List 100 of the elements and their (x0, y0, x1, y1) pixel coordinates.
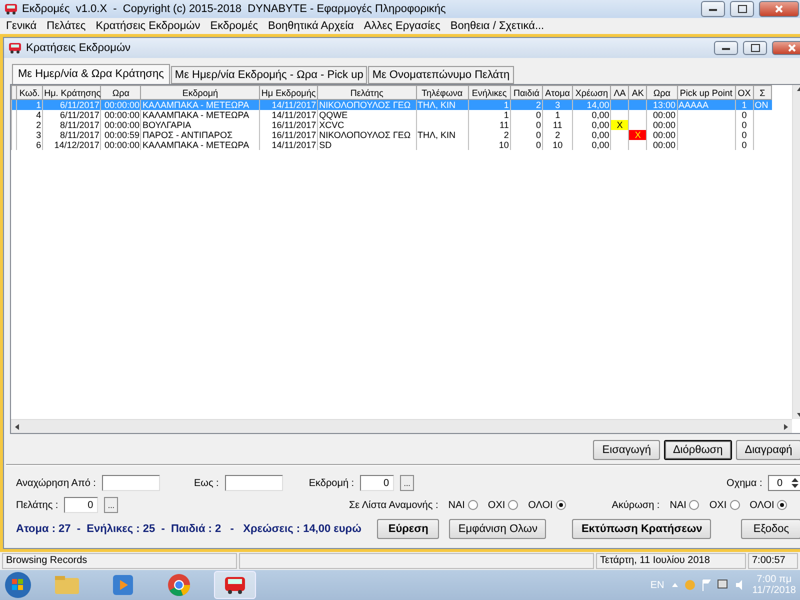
menu-item[interactable]: Πελάτες (46, 20, 86, 32)
radio-button[interactable] (556, 500, 566, 510)
radio-group-label: Σε Λίστα Αναμονής : (348, 500, 438, 510)
column-header[interactable]: Παιδιά (510, 86, 543, 100)
table-cell (628, 100, 647, 110)
date-to-field[interactable] (224, 475, 283, 491)
menu-item[interactable]: Κρατήσεις Εκδρομών (96, 20, 200, 32)
table-cell: 3 (16, 130, 43, 140)
column-header[interactable]: Ατομα (542, 86, 573, 100)
menu-item[interactable]: Βοηθεια / Σχετικά... (450, 20, 544, 32)
column-header[interactable]: Εκδρομή (140, 86, 260, 100)
column-header[interactable]: ΟΧ (735, 86, 754, 100)
bus-app-icon[interactable] (214, 571, 256, 599)
customer-field[interactable]: 0 (64, 497, 98, 513)
table-cell: 6 (16, 140, 43, 150)
column-header[interactable]: ΛΑ (610, 86, 629, 100)
table-cell: 0,00 (572, 130, 611, 140)
grid-button[interactable]: Εισαγωγή (593, 440, 660, 460)
grid-button[interactable]: Διαγραφή (736, 440, 800, 460)
flag-cell: X (628, 130, 647, 140)
menu-item[interactable]: Αλλες Εργασίες (364, 20, 440, 32)
action-button[interactable]: Εμφάνιση Ολων (449, 519, 546, 539)
browse-button[interactable]: ... (104, 497, 118, 513)
table-cell: XCVC (318, 120, 416, 130)
column-header[interactable]: Ενήλικες (468, 86, 510, 100)
tab[interactable]: Με Ονοματεπώνυμο Πελάτη (368, 66, 514, 84)
table-cell: 2 (16, 120, 43, 130)
table-cell: 1 (468, 110, 510, 120)
grid-button[interactable]: Διόρθωση (664, 440, 732, 460)
restore-button[interactable] (743, 41, 768, 55)
column-header[interactable]: Πελάτης (318, 86, 416, 100)
horizontal-scrollbar[interactable] (11, 419, 792, 433)
table-cell: 16/11/2017 (259, 120, 318, 130)
radio-label[interactable]: ΟΛΟΙ (750, 500, 774, 510)
action-button[interactable]: Εξοδος (741, 519, 800, 539)
maximize-icon (750, 44, 760, 52)
column-header[interactable]: Ημ Εκδρομής (259, 86, 318, 100)
table-cell: 00:00:00 (100, 110, 141, 120)
menu-item[interactable]: Γενικά (6, 20, 37, 32)
radio-label[interactable]: ΟΛΟΙ (528, 500, 553, 510)
maximize-button[interactable] (730, 1, 754, 17)
radio-button[interactable] (468, 500, 478, 510)
table-cell: 6/11/2017 (42, 100, 101, 110)
radio-label[interactable]: ΝΑΙ (670, 500, 686, 510)
menu-item[interactable]: Εκδρομές (210, 20, 258, 32)
minimize-button[interactable] (701, 1, 725, 17)
table-cell: 4 (16, 110, 43, 120)
column-header[interactable]: Τηλέφωνα (416, 86, 468, 100)
field-label: Αναχώρηση Από : (16, 478, 96, 488)
close-button[interactable] (759, 1, 799, 17)
column-header[interactable]: Ημ. Κράτησης (42, 86, 101, 100)
excursion-field[interactable]: 0 (360, 475, 394, 491)
column-header[interactable]: ΑΚ (628, 86, 647, 100)
action-button[interactable]: Εύρεση (377, 519, 440, 539)
table-cell: 00:00:00 (100, 140, 141, 150)
radio-label[interactable]: ΟΧΙ (488, 500, 506, 510)
table-cell: 10 (542, 140, 573, 150)
table-cell: 1 (16, 100, 43, 110)
table-cell: ΝΙΚΟΛΟΠΟΥΛΟΣ ΓΕΩ (318, 100, 416, 110)
column-header[interactable]: Σ (753, 86, 772, 100)
radio-label[interactable]: ΟΧΙ (709, 500, 727, 510)
tab[interactable]: Με Ημερ/νία & Ωρα Κράτησης (12, 64, 170, 84)
table-cell: 0 (735, 120, 754, 130)
table-cell: 00:00 (646, 110, 677, 120)
table-cell: ΒΟΥΛΓΑΡΙΑ (140, 120, 260, 130)
tab[interactable]: Με Ημερ/νία Εκδρομής - Ωρα - Pick up (170, 66, 368, 84)
start-icon[interactable] (4, 571, 32, 599)
table-cell: 3 (542, 100, 573, 110)
field-label: Εκδρομή : (308, 478, 354, 488)
menu-item[interactable]: Βοηθητικά Αρχεία (268, 20, 354, 32)
totals-summary: Ατομα : 27 - Ενήλικες : 25 - Παιδιά : 2 - Χρεώσεις : 14,00 ευρώ (16, 523, 362, 535)
arrow-left-icon[interactable] (13, 422, 21, 430)
table-cell: 2 (542, 130, 573, 140)
action-button[interactable]: Εκτύπωση Κρατήσεων (572, 519, 712, 539)
table-cell: ΤΗΛ, ΚΙΝ (416, 130, 468, 140)
column-header[interactable]: Χρέωση (572, 86, 611, 100)
browse-button[interactable]: ... (400, 475, 414, 491)
minimize-icon (722, 46, 730, 50)
table-cell (610, 100, 629, 110)
radio-label[interactable]: ΝΑΙ (448, 500, 465, 510)
radio-button[interactable] (730, 500, 740, 510)
radio-button[interactable] (689, 500, 700, 510)
date-from-field[interactable] (102, 475, 160, 491)
close-icon (788, 44, 796, 52)
table-cell: SD (318, 140, 416, 150)
arrow-right-icon[interactable] (782, 422, 790, 430)
table-cell: 14,00 (572, 100, 611, 110)
minimize-button[interactable] (714, 41, 738, 55)
radio-button[interactable] (508, 500, 518, 510)
column-header[interactable]: Ωρα (646, 86, 677, 100)
radio-button[interactable] (777, 500, 788, 510)
column-header[interactable]: Ωρα (100, 86, 141, 100)
table-cell: 14/12/2017 (42, 140, 101, 150)
table-cell: 2 (468, 130, 510, 140)
table-cell: ΚΑΛΑΜΠΑΚΑ - ΜΕΤΕΩΡΑ (140, 110, 260, 120)
column-header[interactable]: Κωδ. (16, 86, 43, 100)
close-button[interactable] (772, 41, 800, 55)
close-icon (775, 5, 783, 13)
column-header[interactable]: Pick up Point (677, 86, 736, 100)
table-cell: ΠΑΡΟΣ - ΑΝΤΙΠΑΡΟΣ (140, 130, 260, 140)
